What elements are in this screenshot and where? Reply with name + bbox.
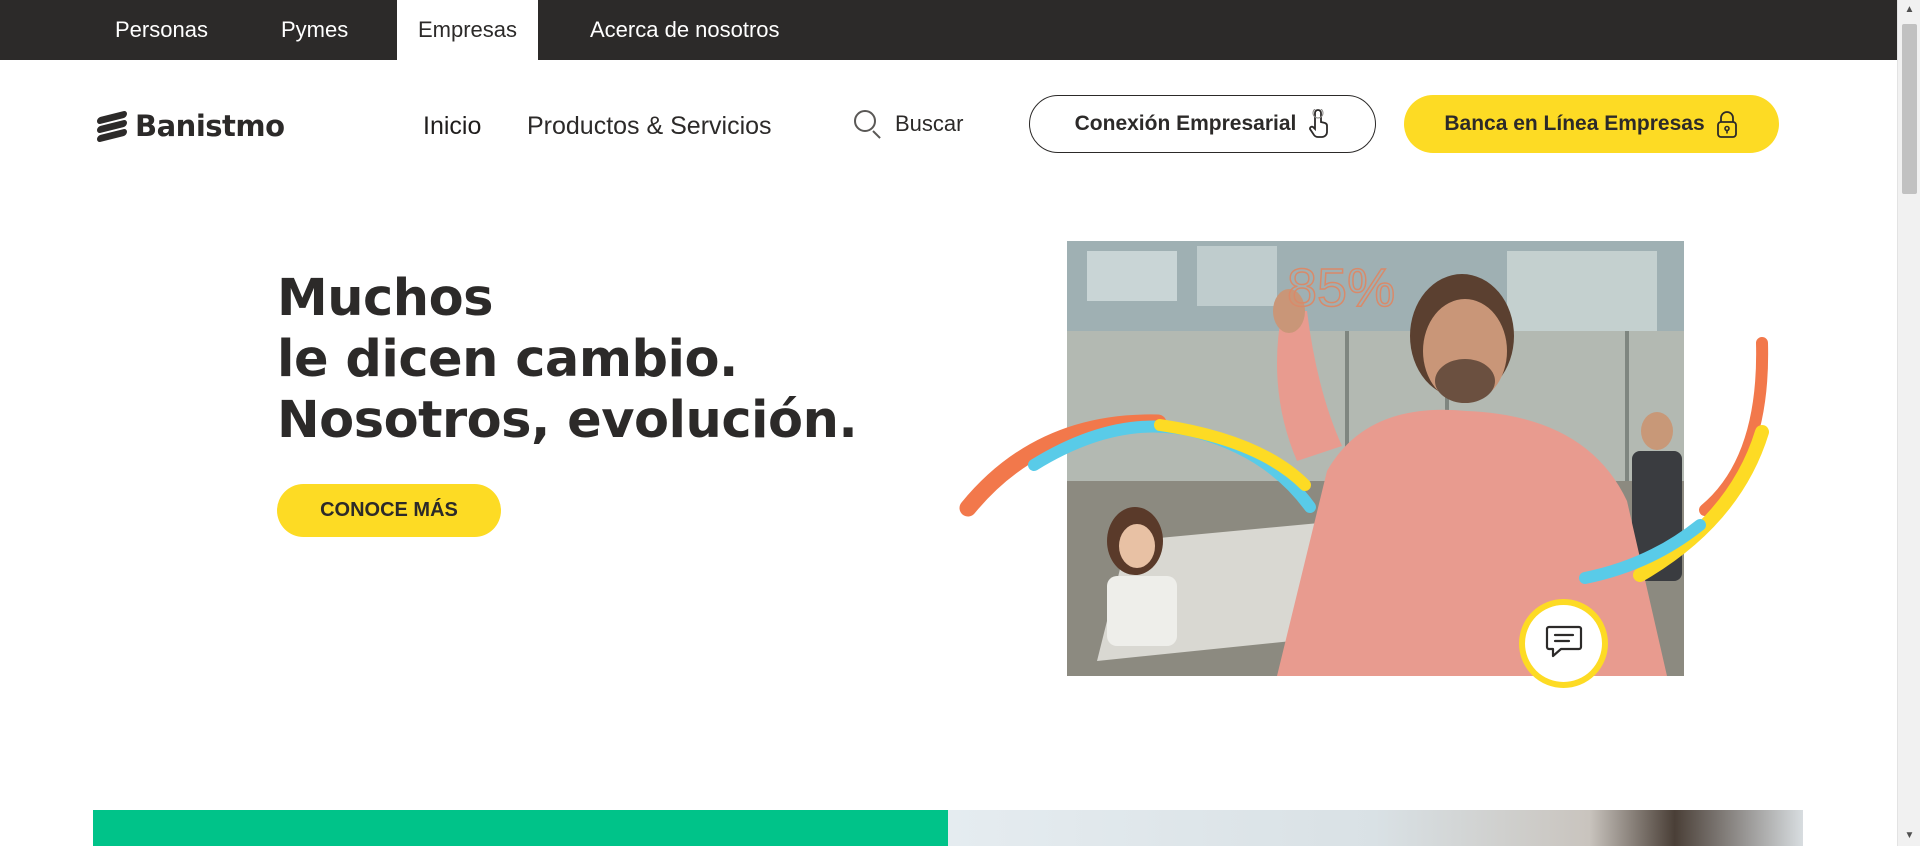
nav-inicio[interactable]: Inicio [423, 112, 481, 141]
banca-en-linea-button[interactable]: Banca en Línea Empresas [1404, 95, 1779, 153]
banca-en-linea-label: Banca en Línea Empresas [1444, 112, 1705, 135]
page-scrollbar[interactable]: ▲ ▼ [1897, 0, 1920, 846]
search-icon [853, 109, 883, 139]
hero-title-line-3: Nosotros, evolución. [277, 391, 858, 450]
conexion-empresarial-label: Conexión Empresarial [1074, 112, 1297, 135]
chat-icon [1544, 621, 1584, 666]
nav-productos-servicios[interactable]: Productos & Servicios [527, 112, 772, 141]
logo-text: Banistmo [135, 109, 285, 143]
promo-panel-photo [948, 810, 1803, 846]
segment-tab-pymes[interactable]: Pymes [281, 0, 348, 60]
conoce-mas-button[interactable]: CONOCE MÁS [277, 484, 501, 537]
scrollbar-thumb[interactable] [1902, 24, 1917, 194]
hero-title-line-2: le dicen cambio. [277, 330, 738, 389]
hero-title-line-1: Muchos [277, 269, 494, 328]
chat-button[interactable] [1519, 599, 1608, 688]
scroll-up-arrow-icon[interactable]: ▲ [1898, 0, 1920, 20]
svg-text:85%: 85% [1287, 258, 1395, 318]
banistmo-logo-mark [97, 108, 131, 144]
conexion-empresarial-button[interactable]: Conexión Empresarial [1029, 95, 1376, 153]
hero-title: Muchos le dicen cambio. Nosotros, evoluc… [277, 268, 858, 451]
segment-tab-empresas[interactable]: Empresas [397, 0, 538, 60]
lock-icon [1715, 109, 1739, 139]
search-label: Buscar [895, 111, 964, 136]
promo-panel-green [93, 810, 948, 846]
banistmo-logo[interactable]: Banistmo [97, 108, 285, 144]
touch-hand-icon [1306, 107, 1330, 139]
search-button[interactable]: Buscar [853, 109, 963, 139]
segment-tab-acerca[interactable]: Acerca de nosotros [590, 0, 780, 60]
segment-tab-personas[interactable]: Personas [115, 0, 208, 60]
segment-bar: Personas Pymes Empresas Acerca de nosotr… [0, 0, 1897, 60]
scroll-down-arrow-icon[interactable]: ▼ [1898, 826, 1920, 846]
